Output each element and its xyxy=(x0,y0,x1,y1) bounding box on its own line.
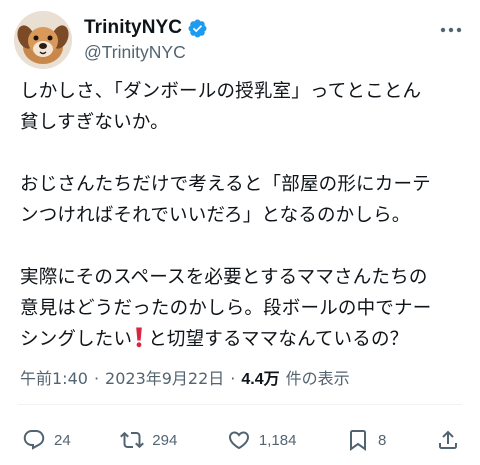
more-options-icon[interactable] xyxy=(436,18,466,42)
text-line: 意見はどうだったのかしら。段ボールの中でナー xyxy=(20,298,432,319)
retweet-count: 294 xyxy=(152,431,178,449)
meta-separator: · xyxy=(93,369,100,388)
tweet-meta: 午前1:40 · 2023年9月22日 · 4.4万 件の表示 xyxy=(20,365,350,389)
text-line: ンつければそれでいいだろ」となるのかしら。 xyxy=(20,205,411,226)
text-line: 実際にそのスペースを必要とするママさんたちの xyxy=(20,267,428,288)
avatar[interactable] xyxy=(14,11,72,69)
text-line: しかしさ、「ダンボールの授乳室」ってとことん xyxy=(20,81,422,102)
text-line: おじさんたちだけで考えると「部屋の形にカーテ xyxy=(20,174,431,195)
text-line-with-emoji: シングしたい と切望するママなんているの？ xyxy=(20,324,472,358)
share-icon xyxy=(436,428,460,452)
bookmark-icon xyxy=(346,428,370,452)
reply-icon xyxy=(22,428,46,452)
like-button[interactable]: 1,184 xyxy=(227,428,297,452)
tweet-date[interactable]: 2023年9月22日 xyxy=(105,365,224,389)
text-line: 貧しすぎないか。 xyxy=(20,112,169,133)
display-name[interactable]: TrinityNYC xyxy=(84,17,182,39)
reply-button[interactable]: 24 xyxy=(22,428,71,452)
like-count: 1,184 xyxy=(258,431,297,449)
tweet-time[interactable]: 午前1:40 xyxy=(20,365,88,389)
bookmark-count: 8 xyxy=(378,431,387,449)
reply-count: 24 xyxy=(54,431,71,449)
text-segment: シングしたい xyxy=(20,329,133,350)
share-button[interactable] xyxy=(436,428,460,452)
author-names: TrinityNYC @TrinityNYC xyxy=(84,17,208,63)
tweet-text: しかしさ、「ダンボールの授乳室」ってとことん 貧しすぎないか。 おじさんたちだけ… xyxy=(20,76,472,358)
exclamation-mark-emoji-icon xyxy=(134,326,144,358)
author-handle[interactable]: @TrinityNYC xyxy=(84,42,208,63)
heart-icon xyxy=(227,428,251,452)
action-bar: 24 294 1,184 8 xyxy=(22,425,460,455)
text-segment: と切望するママなんているの？ xyxy=(148,329,409,350)
views-label: 件の表示 xyxy=(285,369,350,388)
tweet-header: TrinityNYC @TrinityNYC xyxy=(14,8,208,72)
meta-separator: · xyxy=(230,369,236,388)
verified-badge-icon xyxy=(187,18,208,39)
retweet-icon xyxy=(120,428,145,452)
retweet-button[interactable]: 294 xyxy=(120,428,177,452)
divider xyxy=(18,404,462,405)
name-row: TrinityNYC xyxy=(84,17,208,39)
bookmark-button[interactable]: 8 xyxy=(346,428,386,452)
views-count[interactable]: 4.4万 xyxy=(241,365,279,389)
